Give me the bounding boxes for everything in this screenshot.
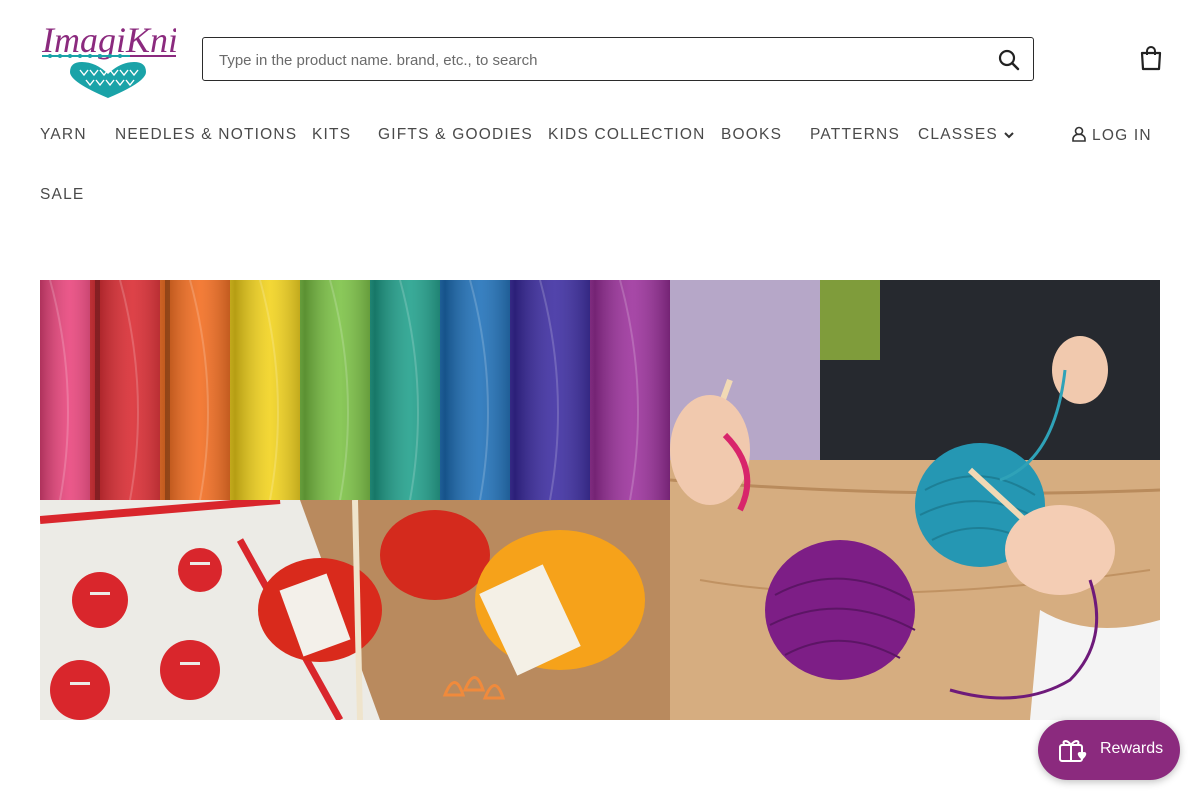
svg-text:ImagiKnit: ImagiKnit	[41, 20, 176, 60]
nav-item-kits[interactable]: KITS	[312, 126, 351, 144]
gift-heart-icon	[1059, 740, 1087, 762]
nav-item-classes-label: CLASSES	[918, 126, 998, 144]
login-label: LOG IN	[1092, 127, 1152, 144]
hero-image-notions-yarn[interactable]	[40, 500, 670, 720]
nav-item-kids-collection[interactable]: KIDS COLLECTION	[548, 126, 706, 144]
rewards-button[interactable]: Rewards	[1038, 720, 1180, 780]
logo-graphic: ImagiKnit	[41, 20, 189, 98]
nav-item-books[interactable]: BOOKS	[721, 126, 782, 144]
chevron-down-icon	[1004, 126, 1014, 144]
rewards-label: Rewards	[1100, 740, 1164, 757]
nav-item-gifts-goodies[interactable]: GIFTS & GOODIES	[378, 126, 533, 144]
main-navigation: YARN NEEDLES & NOTIONS KITS GIFTS & GOOD…	[40, 126, 1160, 150]
shopping-bag-icon[interactable]	[1139, 45, 1163, 71]
search-icon[interactable]	[997, 48, 1021, 72]
nav-item-classes[interactable]: CLASSES	[918, 126, 1014, 144]
nav-item-needles-notions[interactable]: NEEDLES & NOTIONS	[115, 126, 297, 144]
hero-image-hands-knitting[interactable]	[670, 280, 1160, 720]
search-bar[interactable]	[202, 37, 1034, 82]
hero-collage	[40, 280, 1160, 720]
nav-item-yarn[interactable]: YARN	[40, 126, 87, 144]
login-link[interactable]: LOG IN	[1072, 126, 1152, 145]
search-input[interactable]	[217, 38, 981, 82]
nav-item-patterns[interactable]: PATTERNS	[810, 126, 900, 144]
user-icon	[1072, 126, 1086, 142]
site-logo[interactable]: ImagiKnit	[40, 18, 189, 100]
hero-image-rainbow-yarn[interactable]	[40, 280, 670, 500]
nav-item-sale[interactable]: SALE	[40, 186, 84, 204]
